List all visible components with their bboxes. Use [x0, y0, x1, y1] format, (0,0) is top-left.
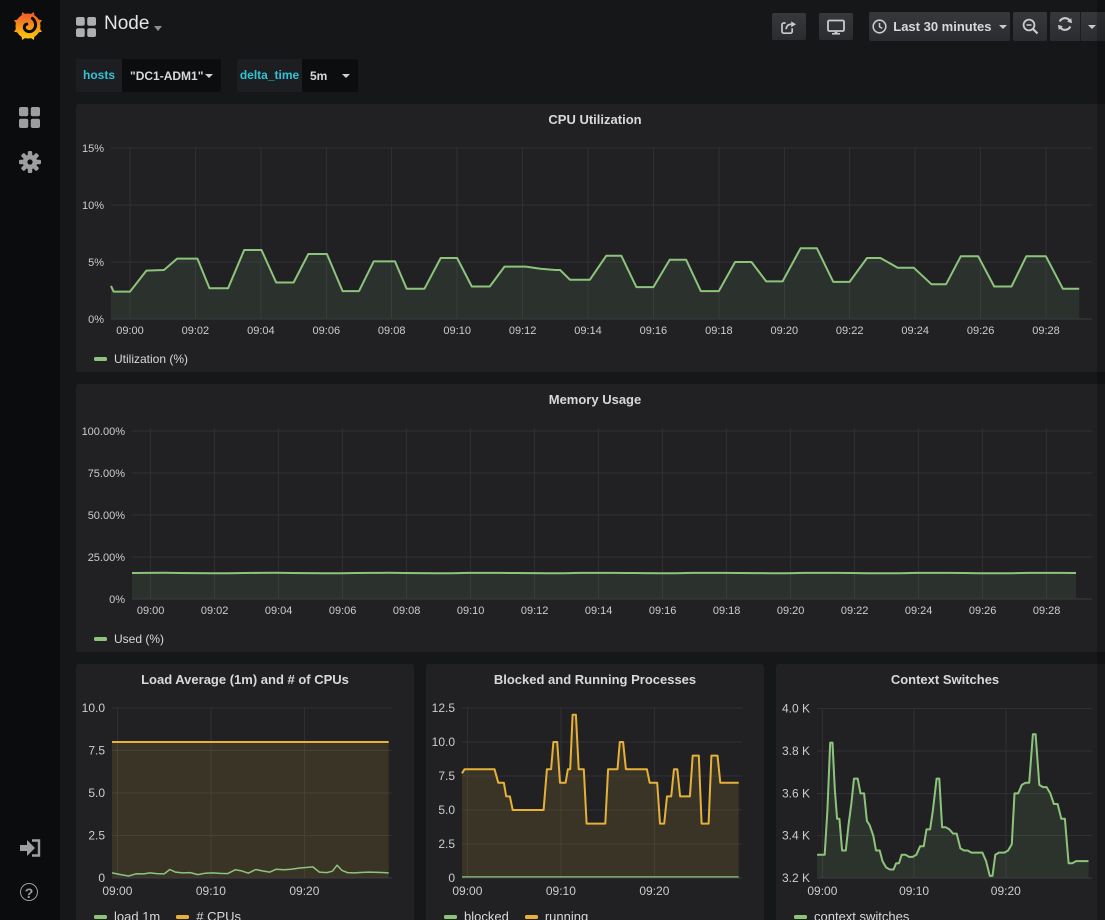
svg-text:09:26: 09:26 [969, 605, 997, 617]
svg-text:09:06: 09:06 [313, 325, 341, 337]
svg-text:75.00%: 75.00% [88, 468, 126, 480]
svg-text:09:00: 09:00 [807, 884, 837, 898]
svg-text:09:14: 09:14 [585, 605, 613, 617]
svg-text:10.0: 10.0 [432, 735, 456, 749]
svg-text:5.0: 5.0 [438, 803, 455, 817]
svg-text:09:22: 09:22 [841, 605, 869, 617]
svg-text:50.00%: 50.00% [88, 510, 126, 522]
svg-text:09:00: 09:00 [137, 605, 165, 617]
svg-text:2.5: 2.5 [438, 837, 455, 851]
svg-text:09:12: 09:12 [521, 605, 549, 617]
svg-text:3.8 K: 3.8 K [782, 744, 810, 758]
svg-text:09:24: 09:24 [905, 605, 933, 617]
svg-text:09:04: 09:04 [247, 325, 275, 337]
svg-text:09:20: 09:20 [639, 884, 669, 898]
svg-text:09:20: 09:20 [771, 325, 799, 337]
svg-text:09:00: 09:00 [116, 325, 144, 337]
svg-text:09:20: 09:20 [777, 605, 805, 617]
svg-text:09:10: 09:10 [457, 605, 485, 617]
svg-text:09:10: 09:10 [899, 884, 929, 898]
svg-text:09:18: 09:18 [705, 325, 733, 337]
svg-text:10%: 10% [82, 200, 104, 212]
svg-text:09:02: 09:02 [201, 605, 229, 617]
svg-text:15%: 15% [82, 143, 104, 155]
svg-text:09:02: 09:02 [182, 325, 210, 337]
svg-text:09:20: 09:20 [289, 884, 319, 898]
svg-text:09:28: 09:28 [1033, 605, 1061, 617]
svg-text:5%: 5% [88, 257, 104, 269]
svg-text:09:16: 09:16 [640, 325, 668, 337]
svg-text:09:00: 09:00 [452, 884, 482, 898]
svg-text:3.6 K: 3.6 K [782, 786, 810, 800]
svg-text:09:06: 09:06 [329, 605, 357, 617]
svg-text:09:26: 09:26 [967, 325, 995, 337]
svg-text:09:12: 09:12 [509, 325, 537, 337]
svg-text:09:16: 09:16 [649, 605, 677, 617]
svg-text:09:10: 09:10 [546, 884, 576, 898]
svg-text:09:08: 09:08 [393, 605, 421, 617]
svg-text:0%: 0% [88, 314, 104, 326]
svg-text:3.2 K: 3.2 K [782, 871, 810, 885]
svg-text:7.5: 7.5 [88, 744, 105, 758]
svg-text:2.5: 2.5 [88, 829, 105, 843]
svg-text:09:10: 09:10 [443, 325, 471, 337]
svg-text:09:00: 09:00 [102, 884, 132, 898]
svg-text:4.0 K: 4.0 K [782, 702, 810, 716]
svg-text:10.0: 10.0 [82, 701, 106, 715]
svg-text:09:14: 09:14 [574, 325, 602, 337]
svg-text:09:08: 09:08 [378, 325, 406, 337]
svg-text:12.5: 12.5 [432, 701, 456, 715]
svg-text:7.5: 7.5 [438, 769, 455, 783]
svg-text:0: 0 [448, 871, 455, 885]
svg-text:09:28: 09:28 [1032, 325, 1060, 337]
svg-text:0%: 0% [109, 594, 125, 606]
svg-text:25.00%: 25.00% [88, 552, 126, 564]
svg-text:09:04: 09:04 [265, 605, 293, 617]
svg-text:09:10: 09:10 [196, 884, 226, 898]
svg-text:09:22: 09:22 [836, 325, 864, 337]
svg-text:100.00%: 100.00% [82, 426, 126, 438]
svg-text:5.0: 5.0 [88, 786, 105, 800]
svg-text:0: 0 [98, 871, 105, 885]
svg-text:09:20: 09:20 [991, 884, 1021, 898]
svg-text:09:18: 09:18 [713, 605, 741, 617]
svg-text:09:24: 09:24 [901, 325, 929, 337]
svg-text:3.4 K: 3.4 K [782, 829, 810, 843]
